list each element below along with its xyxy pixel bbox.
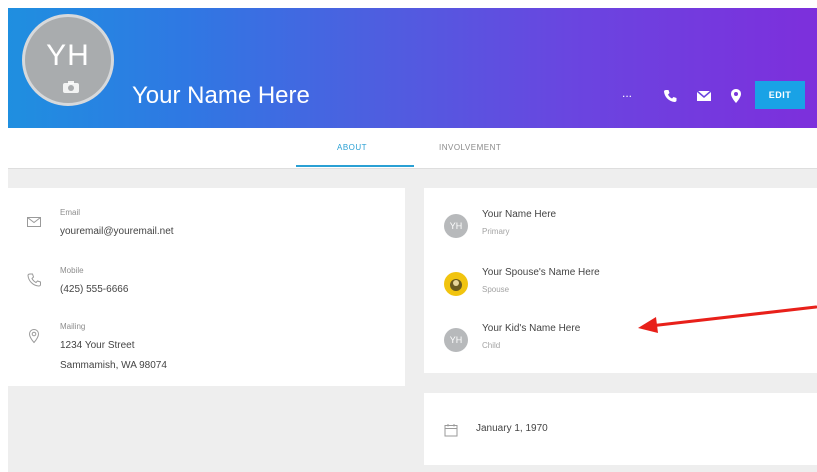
mobile-value[interactable]: (425) 555-6666 [60,284,128,295]
profile-avatar[interactable]: YH [22,14,114,106]
envelope-icon [27,217,41,227]
profile-header: YH Your Name Here ... EDIT [8,8,817,128]
calendar-icon [444,424,458,437]
member-role: Primary [482,227,510,236]
email-label: Email [60,208,81,217]
location-pin-icon [28,328,40,344]
family-members-card: YH Your Name Here Primary Your Spouse's … [424,188,817,373]
mailing-line1: 1234 Your Street [60,340,135,351]
more-icon[interactable]: ... [622,86,638,102]
member-name[interactable]: Your Spouse's Name Here [482,267,600,278]
member-name[interactable]: Your Kid's Name Here [482,323,580,334]
email-value[interactable]: youremail@youremail.net [60,226,174,237]
member-name[interactable]: Your Name Here [482,209,556,220]
contact-info-card: Email youremail@youremail.net Mobile (42… [8,188,405,386]
member-role: Child [482,341,501,350]
edit-button[interactable]: EDIT [755,81,805,109]
birthday-card: January 1, 1970 [424,393,817,465]
screenshot-canvas: YH Your Name Here ... EDIT ABOUT INVOLVE… [0,0,817,472]
member-avatar[interactable]: YH [444,214,468,238]
annotation-arrow [638,305,817,333]
phone-icon [27,273,41,287]
spouse-photo-icon [445,273,467,295]
location-pin-icon[interactable] [728,88,744,104]
birthday-value: January 1, 1970 [476,423,548,434]
member-role: Spouse [482,285,510,294]
active-tab-indicator [296,165,414,167]
tab-about[interactable]: ABOUT [337,143,367,152]
mailing-label: Mailing [60,322,86,331]
mail-icon[interactable] [696,88,712,104]
member-avatar-photo[interactable] [444,272,468,296]
camera-icon[interactable] [63,81,79,93]
profile-tabs: ABOUT INVOLVEMENT [8,128,817,169]
profile-page: YH Your Name Here ... EDIT ABOUT INVOLVE… [8,8,817,472]
mobile-label: Mobile [60,266,84,275]
profile-name: Your Name Here [132,82,310,109]
avatar-initials: YH [46,39,90,72]
phone-icon[interactable] [662,88,678,104]
tab-involvement[interactable]: INVOLVEMENT [439,143,501,152]
member-avatar[interactable]: YH [444,328,468,352]
mailing-line2: Sammamish, WA 98074 [60,360,167,371]
